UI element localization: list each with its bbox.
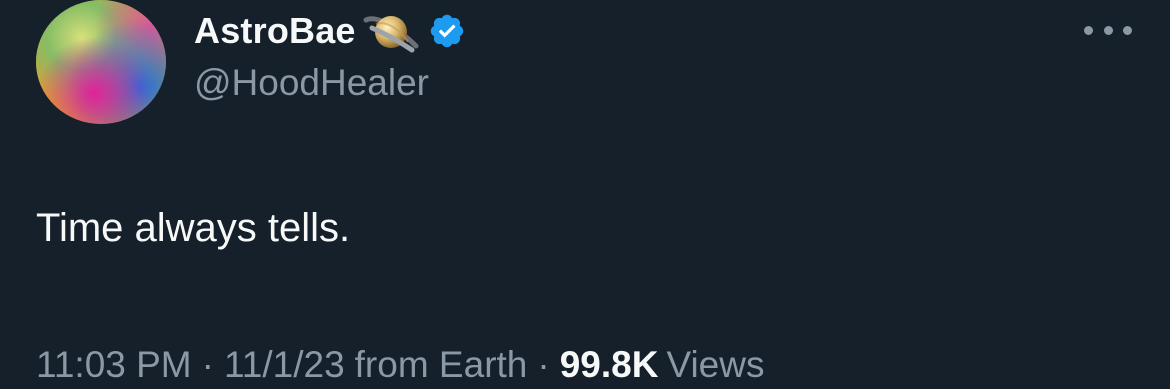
avatar[interactable]: [36, 0, 166, 124]
views-label[interactable]: Views: [666, 346, 764, 383]
more-dot: [1084, 25, 1093, 35]
more-options-icon[interactable]: [1084, 16, 1132, 44]
views-count[interactable]: 99.8K: [560, 346, 659, 383]
saturn-planet-icon: [362, 6, 420, 56]
tweet-time[interactable]: 11:03 PM: [36, 346, 192, 383]
tweet-text: Time always tells.: [36, 206, 351, 250]
meta-separator: ·: [201, 344, 214, 385]
author-handle[interactable]: @HoodHealer: [194, 64, 429, 101]
avatar-image: [36, 0, 166, 124]
meta-separator: ·: [537, 344, 550, 385]
display-name[interactable]: AstroBae: [194, 13, 356, 49]
tweet-card: AstroBae @HoodHealer Time always tells. …: [0, 0, 1170, 389]
tweet-meta: 11:03 PM · 11/1/23 from Earth · 99.8K Vi…: [36, 346, 764, 383]
verified-badge-icon[interactable]: [428, 12, 466, 50]
more-dot: [1123, 25, 1132, 35]
tweet-source: from Earth: [354, 344, 528, 385]
tweet-date[interactable]: 11/1/23: [224, 346, 345, 383]
author-name-row: AstroBae: [194, 6, 466, 56]
more-dot: [1103, 25, 1113, 35]
